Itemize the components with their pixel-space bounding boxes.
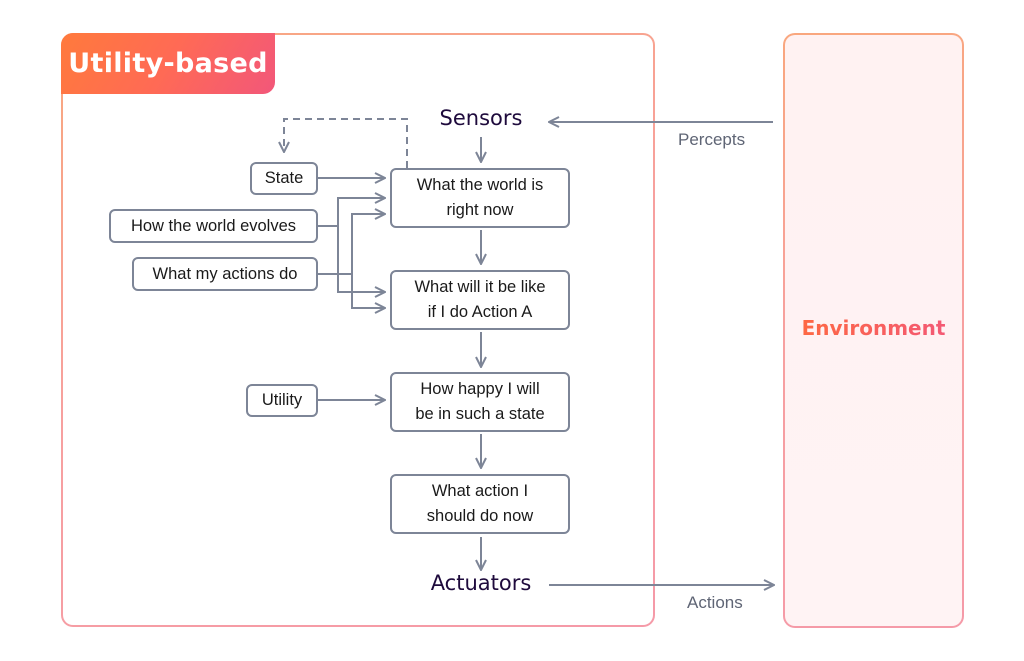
actions-do-to-world-arrow (351, 214, 385, 274)
action-a-node: What will it be like if I do Action A (390, 270, 570, 330)
happy-line-2: be in such a state (415, 405, 545, 423)
world-evolves-node: How the world evolves (109, 209, 318, 243)
evolves-to-world-arrow (337, 198, 385, 226)
world-now-line-2: right now (446, 201, 514, 219)
state-node-label: State (264, 169, 304, 187)
action-now-line-2: should do now (426, 507, 534, 525)
utility-node-label: Utility (261, 391, 303, 409)
happy-node: How happy I will be in such a state (390, 372, 570, 432)
happy-line-1: How happy I will (420, 380, 540, 398)
action-now-line-1: What action I (431, 482, 529, 500)
action-now-node: What action I should do now (390, 474, 570, 534)
state-node: State (250, 162, 318, 195)
actuators-label: Actuators (430, 571, 532, 595)
world-evolves-label: How the world evolves (130, 216, 297, 235)
actions-label: Actions (687, 593, 743, 612)
state-feedback-dashed-arrow (284, 118, 408, 168)
action-a-line-2: if I do Action A (427, 303, 533, 321)
world-now-node: What the world is right now (390, 168, 570, 228)
world-now-line-1: What the world is (416, 176, 544, 194)
sensors-label: Sensors (439, 106, 523, 130)
actions-do-node: What my actions do (132, 257, 318, 291)
percepts-label: Percepts (678, 130, 746, 149)
evolves-to-actiona-arrow (337, 226, 385, 292)
connector-layer (0, 0, 1024, 661)
action-a-line-1: What will it be like (414, 278, 546, 296)
utility-node: Utility (246, 384, 318, 417)
actions-do-label: What my actions do (152, 264, 298, 283)
